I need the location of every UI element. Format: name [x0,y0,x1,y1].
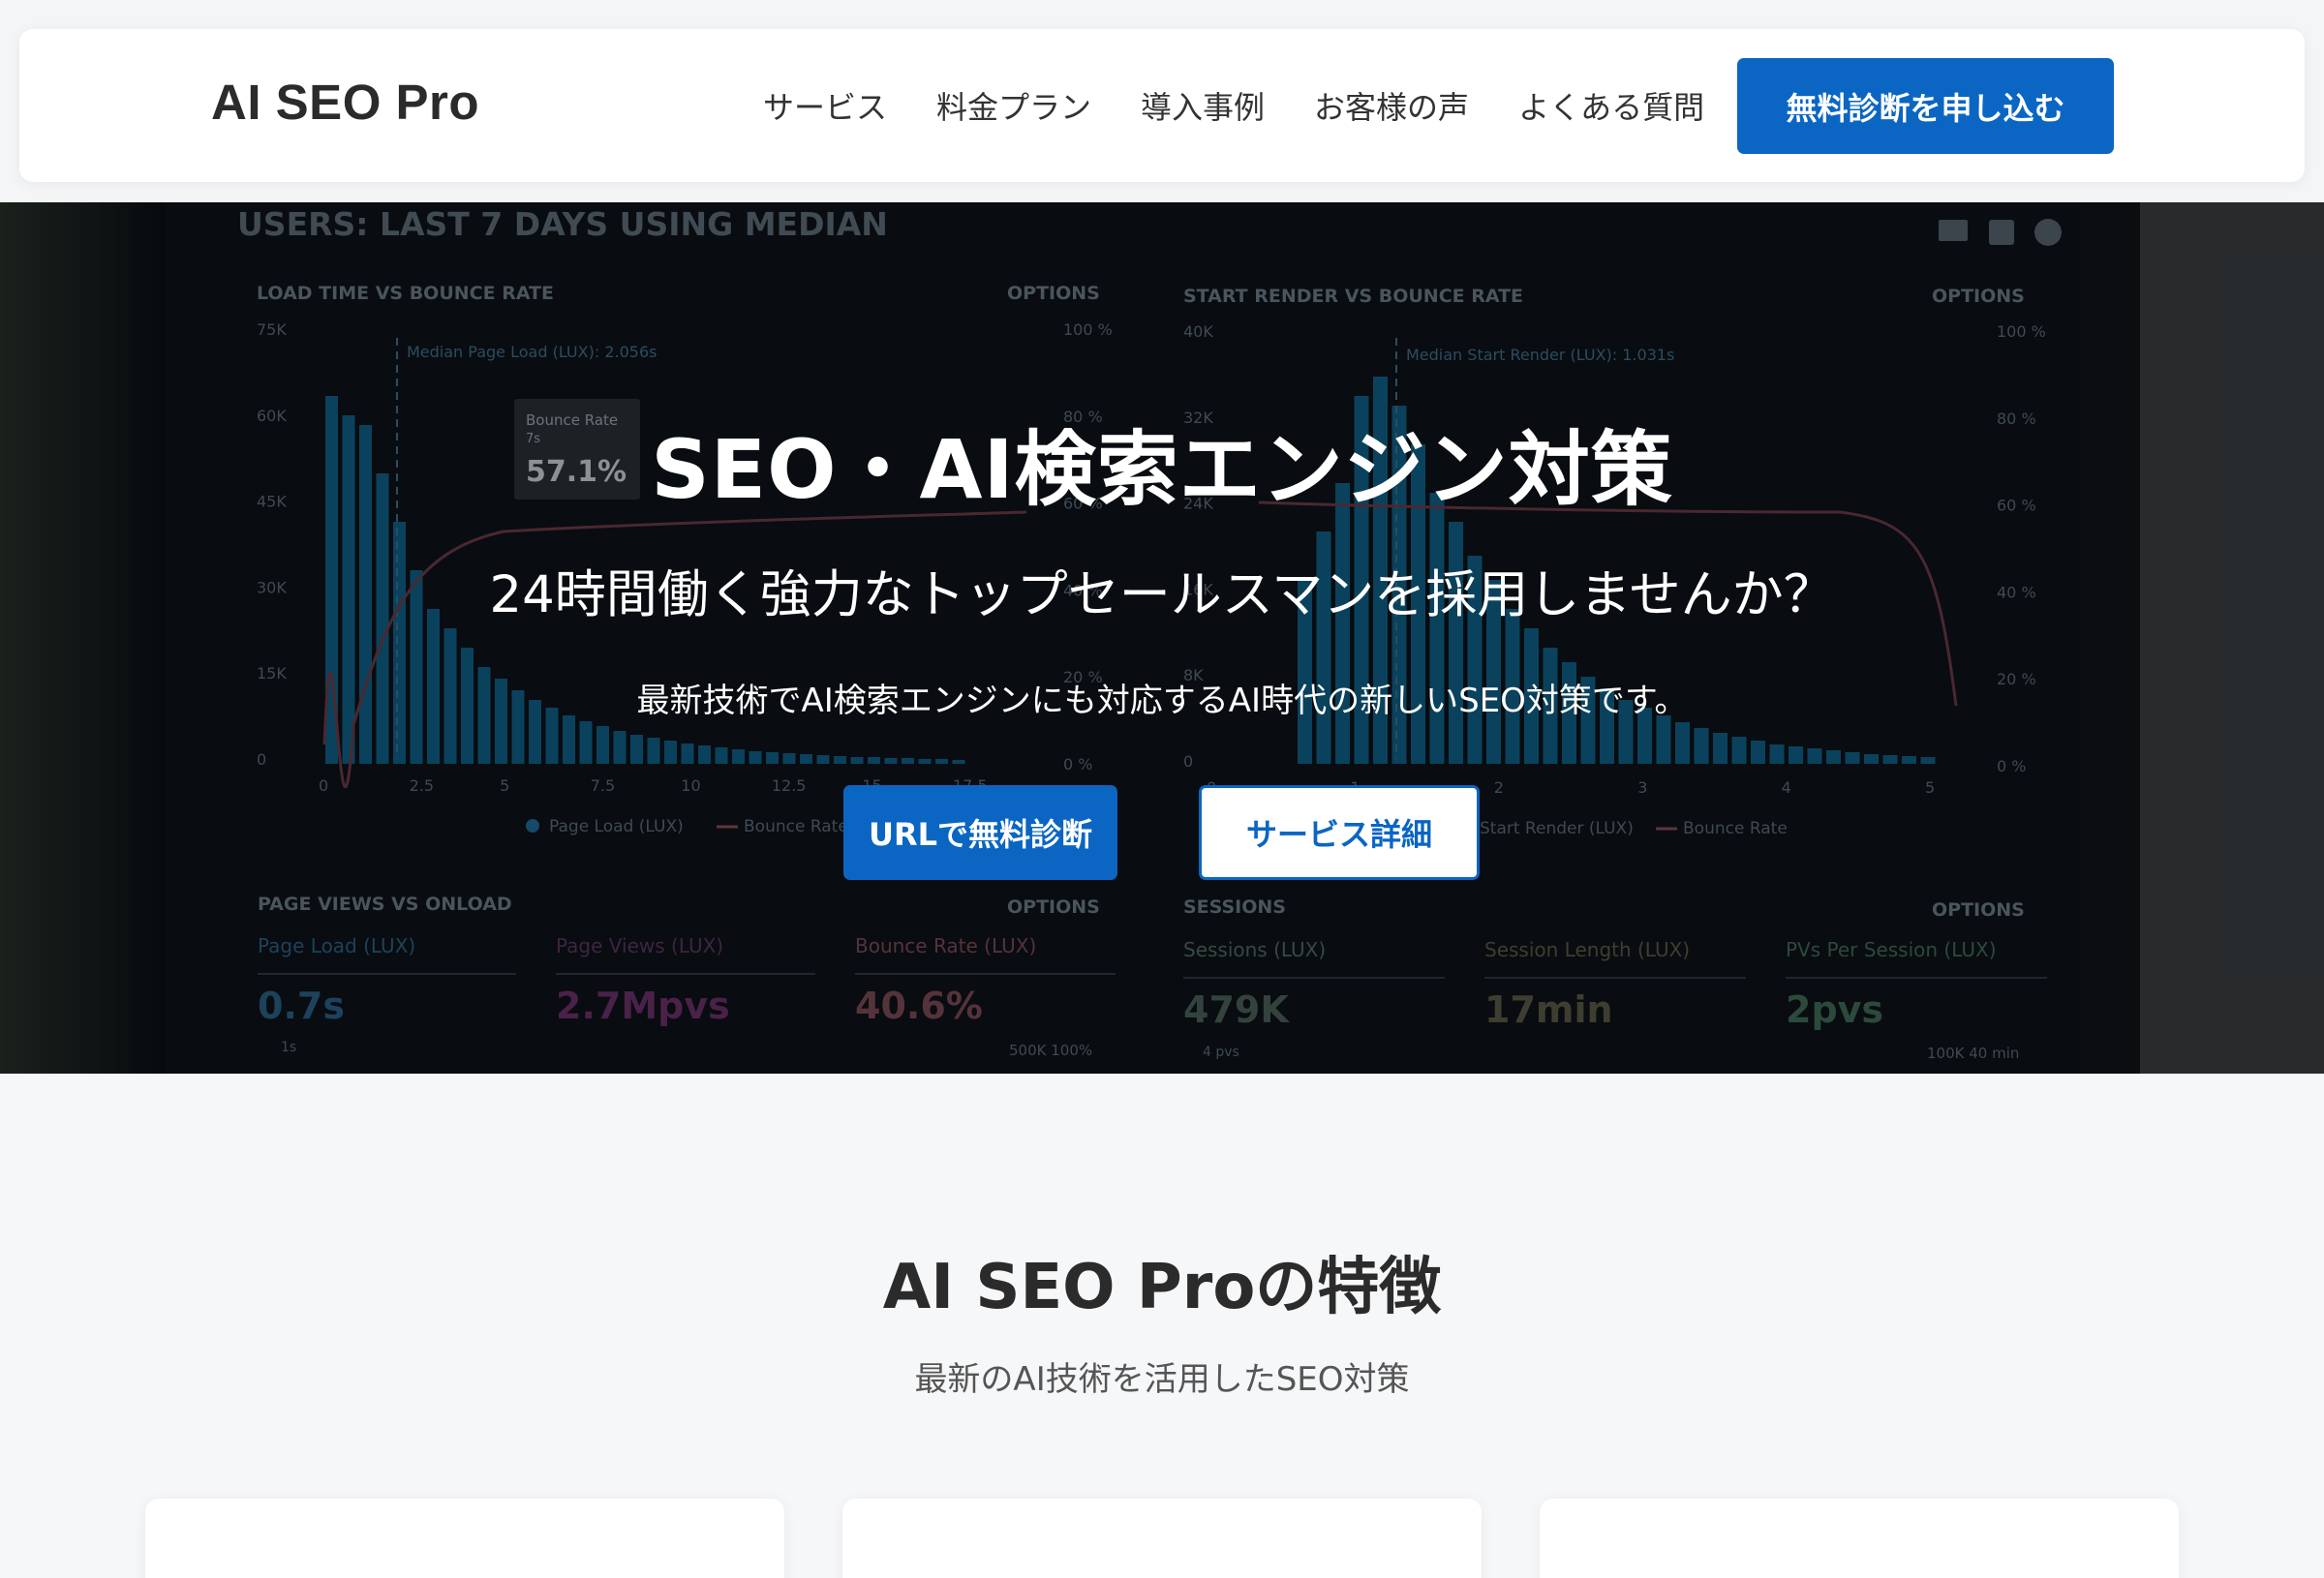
site-header: AI SEO Pro サービス 料金プラン 導入事例 お客様の声 よくある質問 … [19,29,2305,182]
header-backdrop: AI SEO Pro サービス 料金プラン 導入事例 お客様の声 よくある質問 … [0,0,2324,202]
nav-link-case-studies[interactable]: 導入事例 [1141,83,1265,128]
nav-link-services[interactable]: サービス [763,83,887,128]
nav-link-faq[interactable]: よくある質問 [1518,83,1704,128]
feature-card [1540,1499,2179,1578]
service-details-button[interactable]: サービス詳細 [1199,785,1480,880]
main-nav: サービス 料金プラン 導入事例 お客様の声 よくある質問 [763,83,1704,128]
hero-dark-overlay [0,202,2324,1074]
free-diagnosis-button[interactable]: 無料診断を申し込む [1737,58,2114,154]
features-title: AI SEO Proの特徴 [882,1252,1442,1323]
feature-card [145,1499,784,1578]
site-logo[interactable]: AI SEO Pro [211,74,479,131]
hero-section: USERS: LAST 7 DAYS USING MEDIAN LOAD TIM… [0,202,2324,1074]
url-diagnosis-button[interactable]: URLで無料診断 [843,785,1117,880]
nav-link-testimonials[interactable]: お客様の声 [1314,83,1469,128]
nav-link-pricing[interactable]: 料金プラン [936,83,1091,128]
hero-subtitle: 24時間働く強力なトップセールスマンを採用しませんか？ [489,565,1835,624]
features-subtitle: 最新のAI技術を活用したSEO対策 [914,1360,1410,1399]
hero-description: 最新技術でAI検索エンジンにも対応するAI時代の新しいSEO対策です。 [636,682,1688,720]
hero-title: SEO・AI検索エンジン対策 [651,422,1673,517]
feature-card [842,1499,1482,1578]
